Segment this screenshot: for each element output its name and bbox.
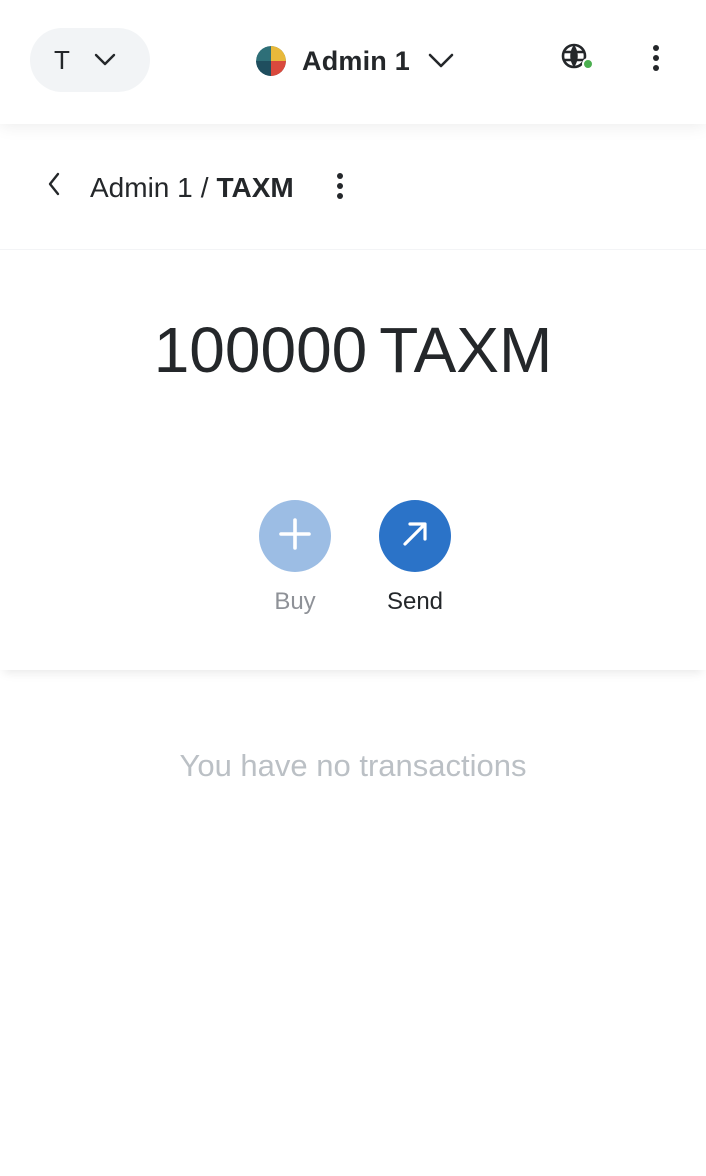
empty-transactions-message: You have no transactions bbox=[179, 748, 527, 783]
token-balance: 100000 TAXM bbox=[0, 308, 706, 392]
breadcrumb-separator: / bbox=[200, 172, 209, 203]
arrow-up-right-icon bbox=[400, 519, 430, 554]
buy-button-circle[interactable] bbox=[259, 500, 331, 572]
buy-label: Buy bbox=[274, 588, 316, 615]
connected-site-button[interactable] bbox=[560, 42, 596, 76]
balance-amount: 100000 bbox=[153, 314, 368, 386]
account-name: Admin 1 bbox=[302, 45, 410, 76]
kebab-menu-icon bbox=[336, 172, 344, 205]
account-avatar bbox=[256, 46, 286, 76]
wallet-app: T Admin 1 Admin 1 / TAXM 100000 TAXM Buy… bbox=[0, 0, 706, 1176]
send-button-circle[interactable] bbox=[379, 500, 451, 572]
network-initial: T bbox=[54, 44, 70, 75]
app-header: T Admin 1 bbox=[0, 0, 706, 124]
chevron-left-icon bbox=[47, 172, 61, 201]
kebab-menu-icon bbox=[652, 44, 660, 77]
breadcrumb-token: TAXM bbox=[216, 172, 294, 203]
chevron-down-icon bbox=[428, 53, 454, 69]
send-button[interactable]: Send bbox=[355, 500, 475, 616]
connection-status-dot bbox=[582, 58, 594, 70]
token-options-menu-button[interactable] bbox=[324, 170, 356, 206]
send-label: Send bbox=[386, 588, 444, 615]
network-selector-button[interactable]: T bbox=[30, 28, 150, 92]
chevron-down-icon bbox=[94, 53, 116, 67]
plus-icon bbox=[278, 517, 312, 556]
buy-button[interactable]: Buy bbox=[235, 500, 355, 616]
breadcrumb-account[interactable]: Admin 1 bbox=[90, 172, 193, 204]
account-menu-button[interactable]: Admin 1 bbox=[256, 40, 454, 82]
breadcrumb: Admin 1 / TAXM bbox=[90, 168, 294, 208]
back-button[interactable] bbox=[38, 168, 70, 204]
account-options-menu-button[interactable] bbox=[640, 42, 672, 78]
balance-symbol: TAXM bbox=[379, 314, 553, 386]
